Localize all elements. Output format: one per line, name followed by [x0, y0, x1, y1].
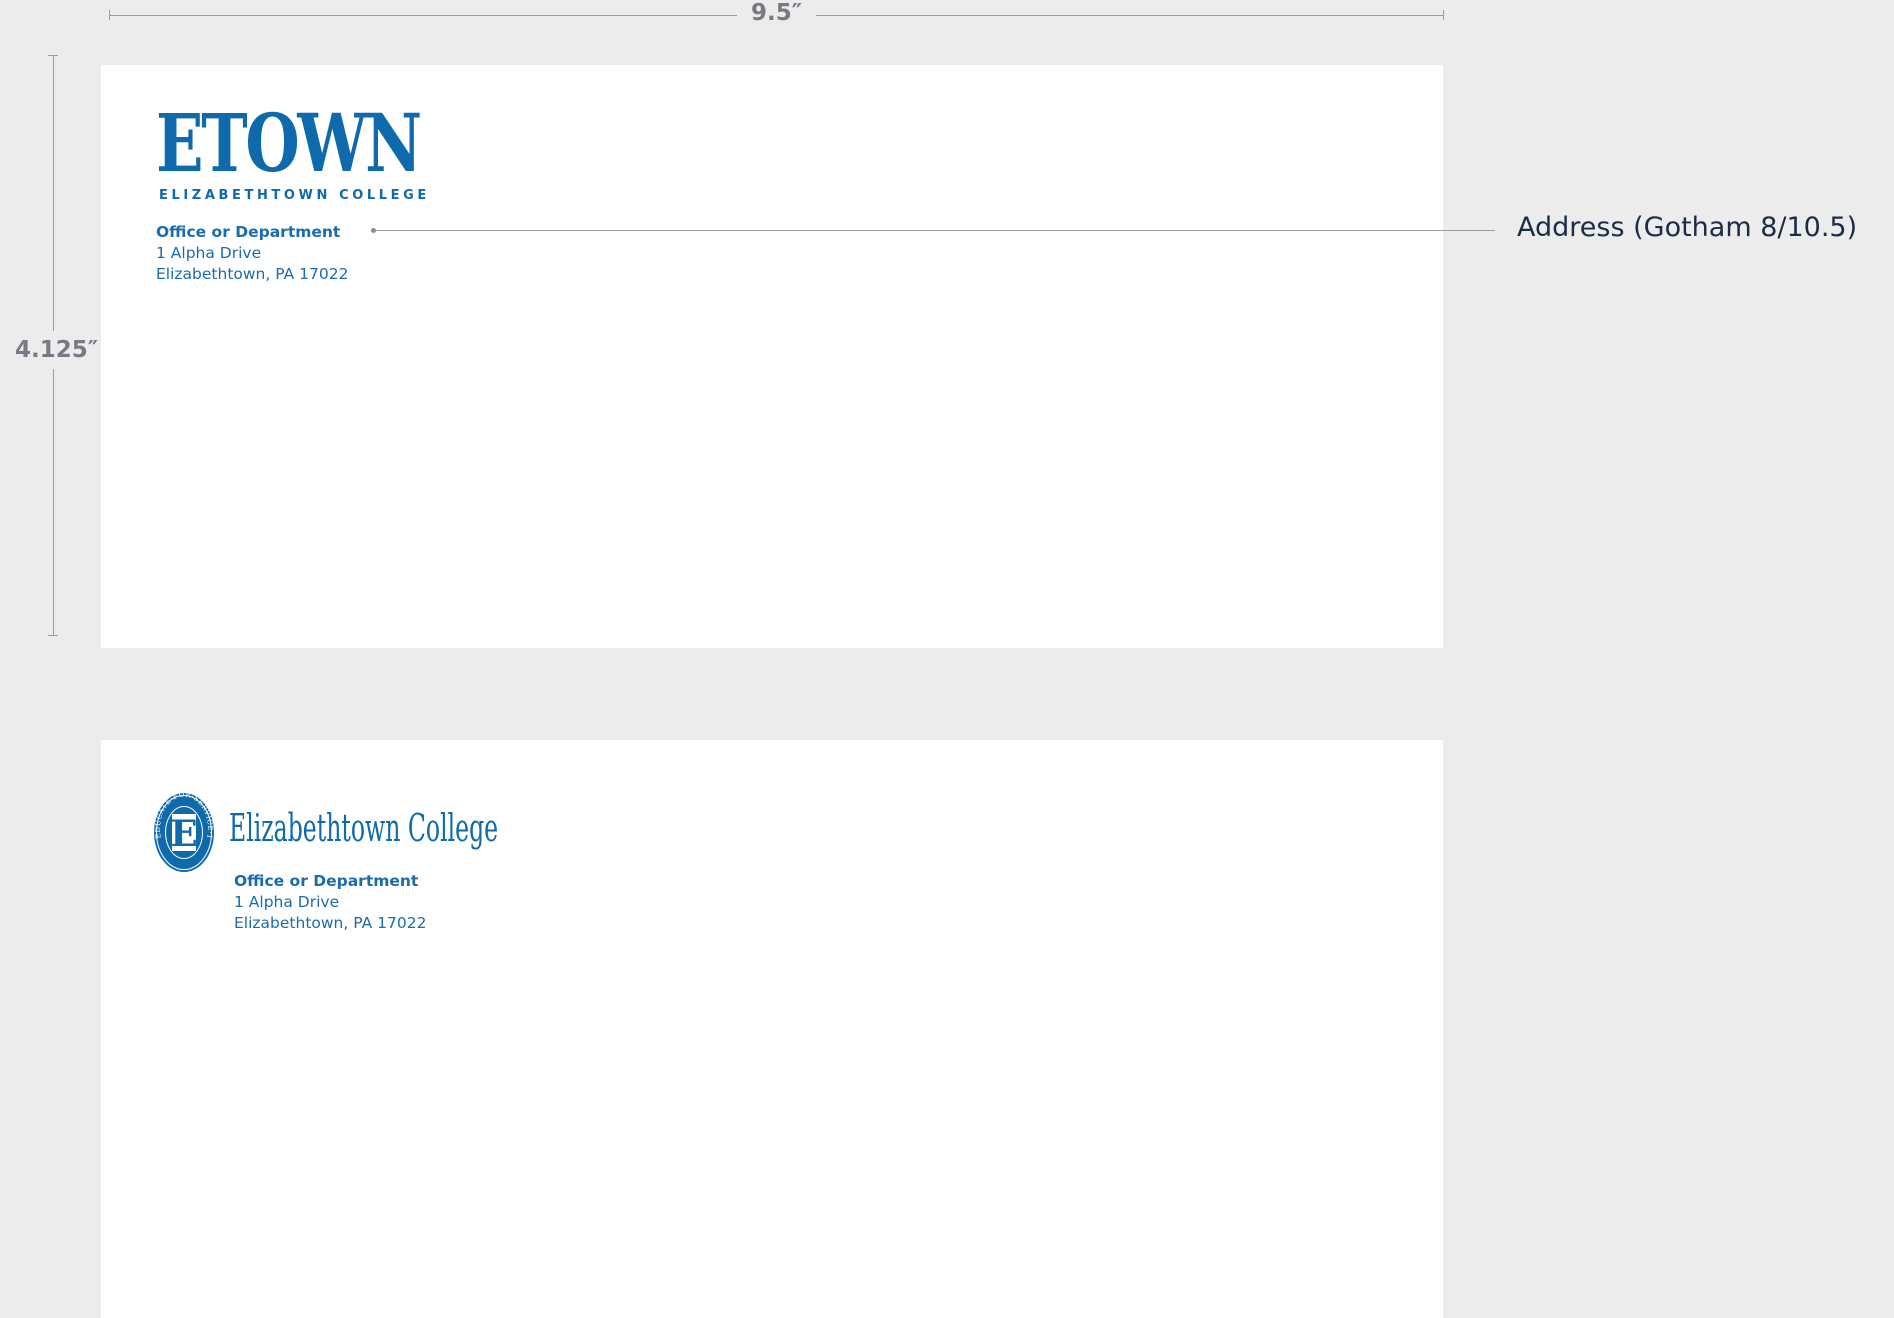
- address-city: Elizabethtown, PA 17022: [156, 265, 349, 283]
- return-address: Office or Department 1 Alpha Drive Eliza…: [234, 871, 426, 934]
- address-department: Office or Department: [156, 223, 341, 241]
- envelope-etown: ETOWN ELIZABETHTOWN COLLEGE Office or De…: [101, 65, 1443, 648]
- seal-letter: E: [170, 813, 197, 855]
- height-label: 4.125″: [12, 331, 102, 369]
- etown-logo-subtitle: ELIZABETHTOWN COLLEGE: [159, 188, 430, 203]
- envelope-college: EDUCATE·FOR·SERVICE·1899 E Elizabethtown…: [101, 740, 1443, 1318]
- college-seal-icon: EDUCATE·FOR·SERVICE·1899 E: [151, 786, 215, 873]
- callout-leader-line: [374, 230, 1495, 231]
- address-street: 1 Alpha Drive: [234, 893, 340, 911]
- address-street: 1 Alpha Drive: [156, 244, 262, 262]
- etown-logo-word: ETOWN: [156, 96, 422, 190]
- width-label: 9.5″: [737, 0, 817, 26]
- address-city: Elizabethtown, PA 17022: [234, 914, 427, 932]
- return-address: Office or Department 1 Alpha Drive Eliza…: [156, 222, 348, 285]
- college-logo-word: Elizabethtown College: [229, 806, 499, 850]
- callout-label: Address (Gotham 8/10.5): [1517, 212, 1858, 243]
- address-department: Office or Department: [234, 872, 419, 890]
